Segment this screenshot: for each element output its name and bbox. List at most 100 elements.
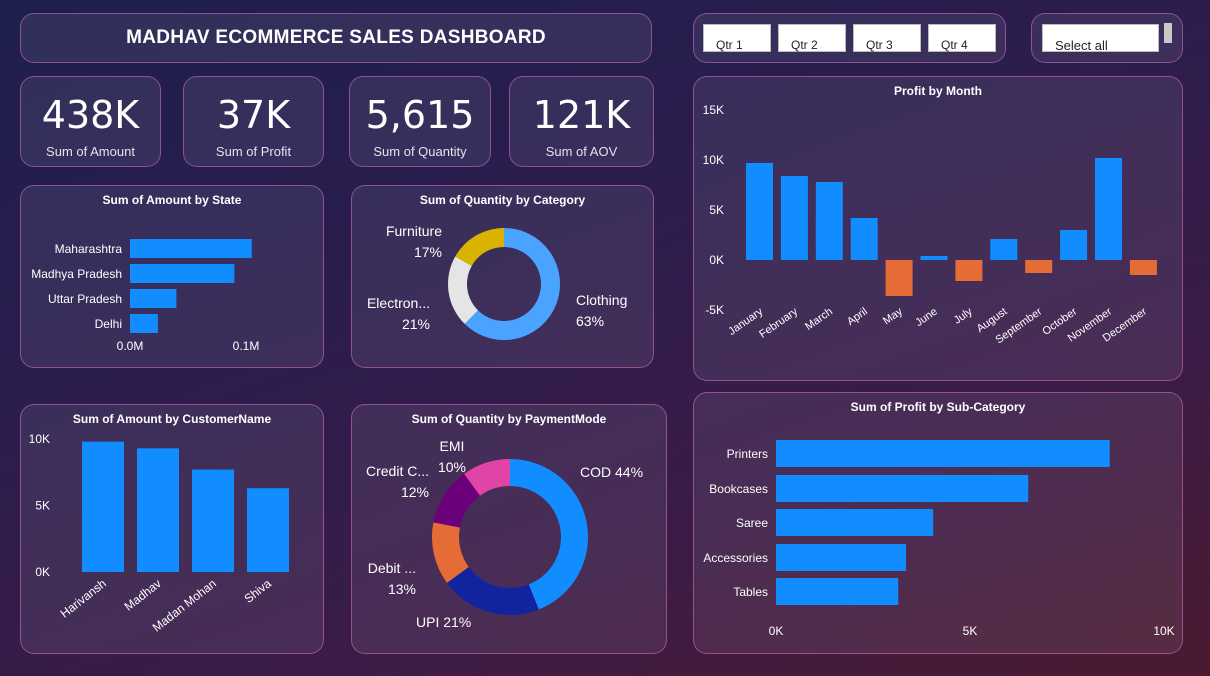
select-all-dropdown[interactable]: Select all [1042,24,1159,53]
slice-label: Debit ... [368,560,416,576]
slicer-scrollbar[interactable] [1164,23,1172,43]
bar [955,260,983,281]
chart-card-amount-by-customer: Sum of Amount by CustomerName 10K 5K 0K Har… [20,404,324,654]
bar [247,488,289,572]
bar [780,176,808,260]
profit-by-month-chart: 15K10K5K0K-5K JanuaryFebruary March April Ma… [703,103,1157,346]
slicer-qtr2-button[interactable]: Qtr 2 [778,24,846,52]
x-tick-label: 10K [1153,624,1174,638]
kpi-value: 121K [532,93,631,137]
quantity-by-category-chart: Clothing 63% Electron... 21% Furniture 17% [367,223,627,340]
amount-by-state-chart: Maharashtra Madhya Pradesh Uttar Pradesh De… [31,239,260,353]
bar [746,163,773,260]
bar-label: Bookcases [709,482,768,496]
bar [137,448,179,572]
bar [850,218,878,260]
quarter-slicer: Qtr 1 Qtr 2 Qtr 3 Qtr 4 [693,13,1006,63]
bar [885,260,913,296]
bar-label: Madhya Pradesh [31,267,122,281]
slice-percent: 17% [414,244,442,260]
kpi-label: Sum of Quantity [373,144,467,159]
slice-percent: 21% [402,316,430,332]
donut-slice [448,256,479,324]
slice-label: Electron... [367,295,430,311]
bar [82,441,124,572]
y-tick-label: 10K [29,432,50,446]
donut-slice [455,228,504,266]
bar-label: Delhi [95,317,122,331]
x-tick-label: Shiva [242,576,275,606]
kpi-value: 5,615 [365,93,475,137]
bar [815,182,843,260]
bar [130,239,252,258]
bar-label: Maharashtra [55,242,123,256]
x-tick-label: March [803,306,835,333]
slicer-qtr3-button[interactable]: Qtr 3 [853,24,921,52]
y-tick-label: 10K [703,153,724,167]
bar [1060,230,1088,260]
kpi-value: 37K [216,93,291,137]
kpi-card-profit: 37K Sum of Profit [183,76,324,167]
dashboard-title-card: MADHAV ECOMMERCE SALES DASHBOARD [20,13,652,63]
kpi-card-aov: 121K Sum of AOV [509,76,654,167]
x-tick-label: February [757,305,800,340]
kpi-label: Sum of Profit [215,144,292,159]
profit-by-subcategory-chart: Printers Bookcases Saree Accessories Tables 0… [703,440,1175,638]
slice-label: COD 44% [580,464,643,480]
x-tick-label: 0.0M [117,339,144,353]
x-tick-label: May [881,305,905,327]
kpi-label: Sum of Amount [46,144,135,159]
x-tick-label: Harivansh [58,576,109,620]
y-tick-label: 5K [35,499,50,513]
x-tick-label: June [913,306,939,330]
bar-label: Tables [733,585,768,599]
bar [776,578,899,605]
bar [130,314,158,333]
x-tick-label: 0K [769,624,784,638]
amount-by-customer-chart: 10K5K0KHarivansh MadhavMadan Mohan Shiva [29,432,289,635]
x-tick-label: April [845,306,870,328]
slicer-qtr1-button[interactable]: Qtr 1 [703,24,771,52]
donut-slice [446,566,539,615]
page-title: MADHAV ECOMMERCE SALES DASHBOARD [126,27,546,48]
y-tick-label: 0K [709,253,724,267]
bar-label: Accessories [703,551,768,565]
kpi-label: Sum of AOV [545,144,618,159]
bar [1095,158,1122,260]
slice-label: Furniture [386,223,442,239]
bar [776,440,1110,467]
kpi-card-quantity: 5,615 Sum of Quantity [349,76,491,167]
slice-label: 13% [388,581,416,597]
y-tick-label: 0K [35,565,50,579]
quantity-by-paymentmode-chart: COD 44% UPI 21% Debit ... 13% Credit C... 12%… [366,438,643,630]
kpi-value: 438K [41,93,140,137]
chart-card-profit-by-subcategory: Sum of Profit by Sub-Category Printers Bo… [693,392,1183,654]
slicer-qtr4-button[interactable]: Qtr 4 [928,24,996,52]
bar [130,289,177,308]
x-tick-label: 0.1M [233,339,260,353]
slice-label: Clothing [576,292,627,308]
slice-percent: 63% [576,313,604,329]
bar [920,256,948,260]
slice-label: Credit C... [366,463,429,479]
x-tick-label: July [952,305,975,326]
bar [776,544,906,571]
chart-card-quantity-by-paymentmode: Sum of Quantity by PaymentMode COD 44% UP… [351,404,667,654]
x-tick-label: Madhav [122,576,164,613]
bar [1129,260,1157,275]
x-tick-label: 5K [963,624,978,638]
bar-label: Uttar Pradesh [48,292,122,306]
kpi-card-amount: 438K Sum of Amount [20,76,161,167]
bar [192,469,234,572]
bar [776,475,1029,502]
slice-label: EMI [440,438,465,454]
select-all-slicer: Select all [1031,13,1183,63]
bar [1025,260,1053,273]
slice-label: 12% [401,484,429,500]
y-tick-label: -5K [705,303,724,317]
bar [130,264,235,283]
y-tick-label: 5K [709,203,724,217]
bar [990,239,1018,260]
chart-card-amount-by-state: Sum of Amount by State Maharashtra Madhya… [20,185,324,368]
chart-card-quantity-by-category: Sum of Quantity by Category Clothing 63% E… [351,185,654,368]
